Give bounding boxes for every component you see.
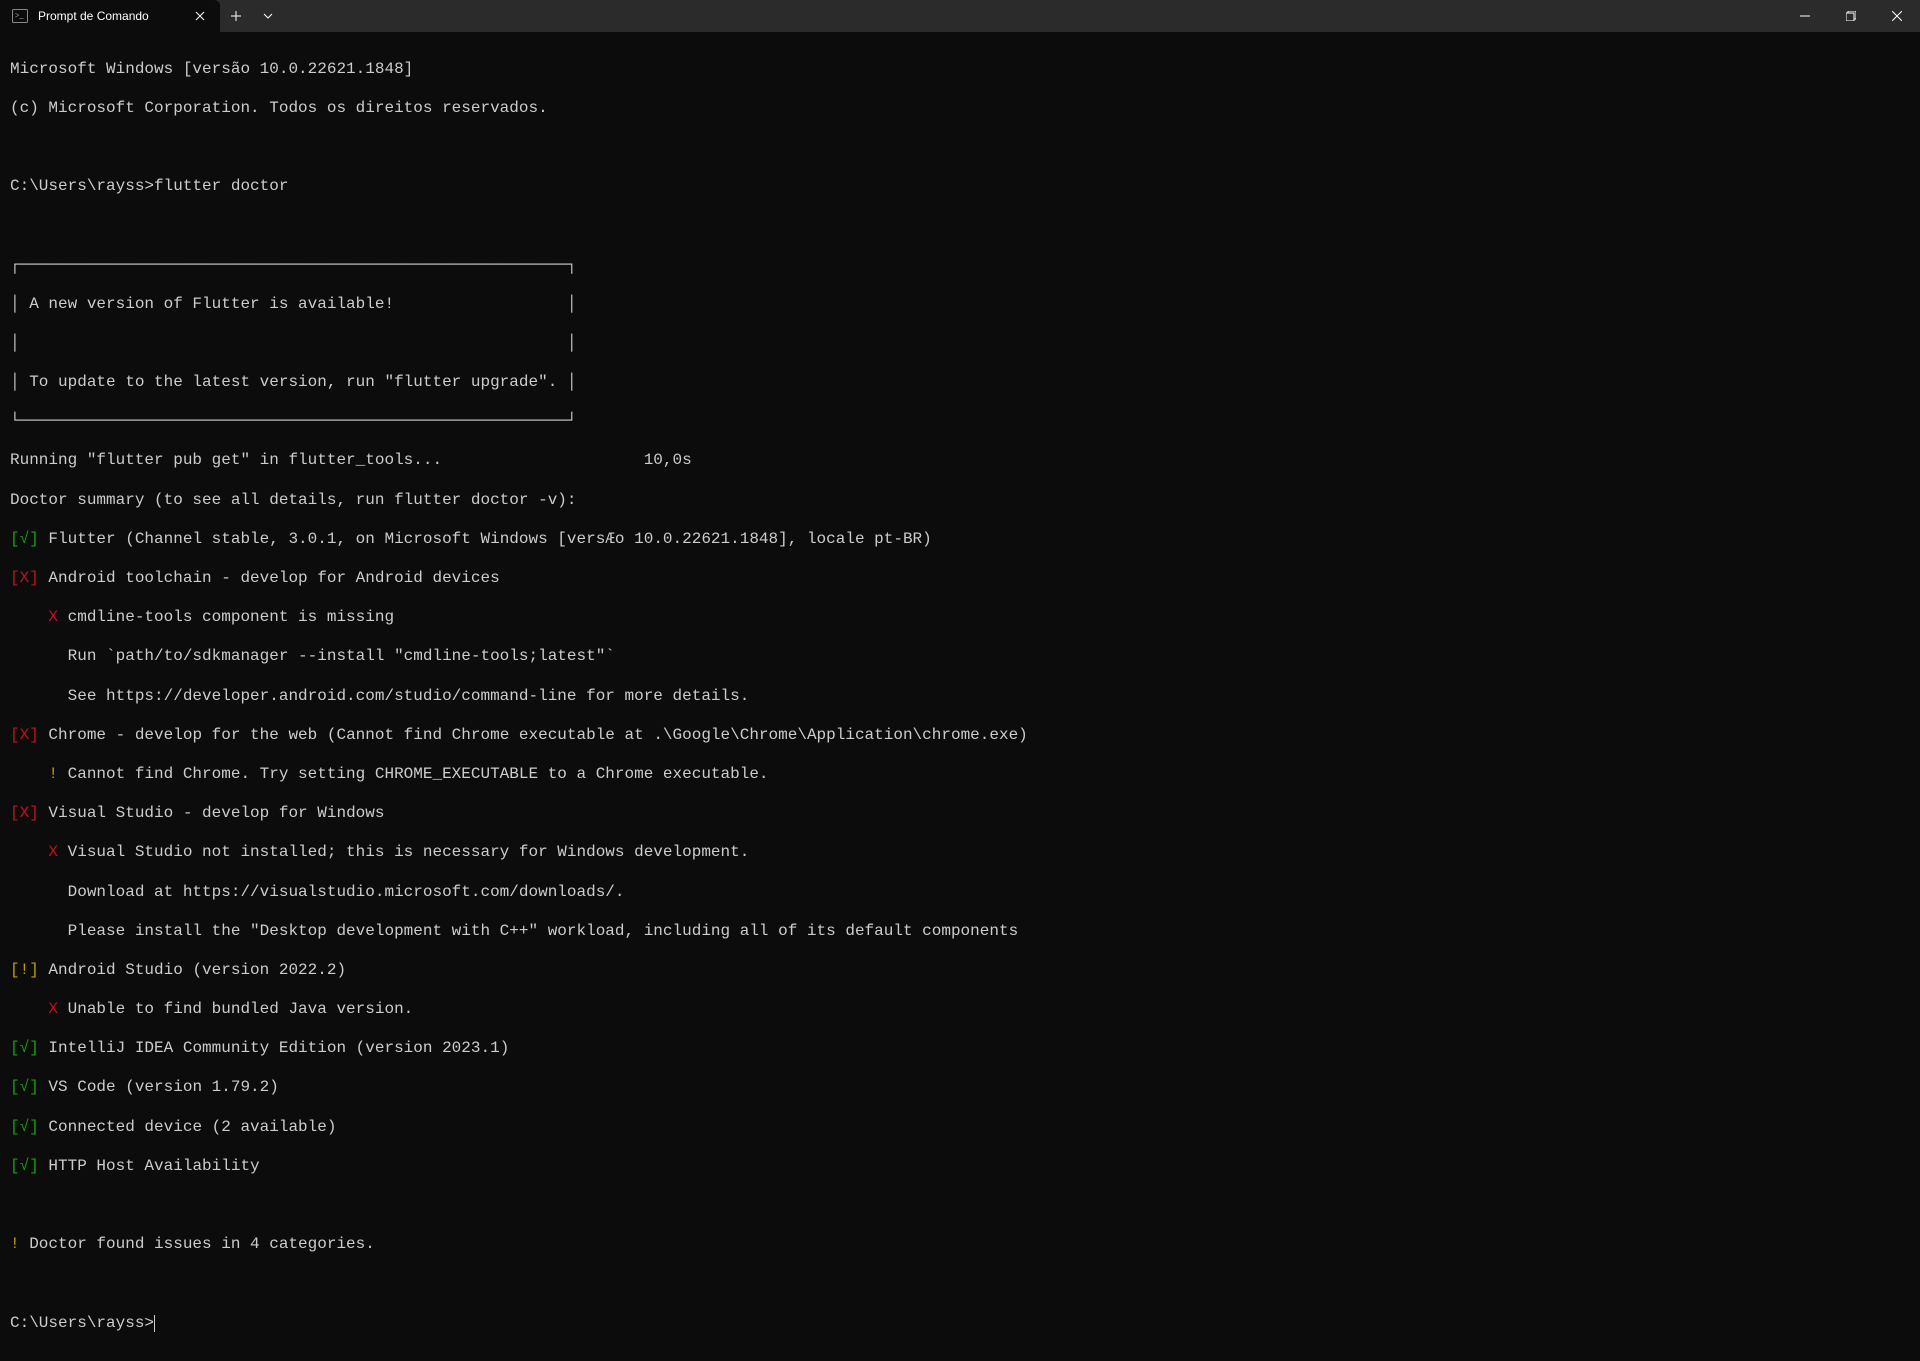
check-android-toolchain: [X] Android toolchain - develop for Andr… xyxy=(10,569,1910,589)
box-border-top: ┌───────────────────────────────────────… xyxy=(10,256,1910,276)
sub-text: Unable to find bundled Java version. xyxy=(68,1000,414,1018)
sub-mark-warn: ! xyxy=(10,765,68,783)
check-sub-line: Run `path/to/sdkmanager --install "cmdli… xyxy=(10,647,1910,667)
check-text: Connected device (2 available) xyxy=(39,1118,337,1136)
cmd-icon: >_ xyxy=(12,8,28,24)
minimize-icon xyxy=(1800,11,1810,21)
plus-icon xyxy=(231,11,241,21)
status-fail: [X] xyxy=(10,804,39,822)
summary-line: Doctor summary (to see all details, run … xyxy=(10,491,1910,511)
prompt-path: C:\Users\rayss> xyxy=(10,1314,154,1332)
check-text: IntelliJ IDEA Community Edition (version… xyxy=(39,1039,509,1057)
check-sub-line: X Visual Studio not installed; this is n… xyxy=(10,843,1910,863)
close-icon xyxy=(195,11,205,21)
command-text: flutter doctor xyxy=(154,177,288,195)
issues-text: Doctor found issues in 4 categories. xyxy=(29,1235,375,1253)
status-ok: [√] xyxy=(10,1157,39,1175)
restore-icon xyxy=(1846,11,1856,21)
check-text: Android toolchain - develop for Android … xyxy=(39,569,500,587)
sub-text: cmdline-tools component is missing xyxy=(68,608,394,626)
tab-dropdown-button[interactable] xyxy=(252,0,284,32)
check-chrome: [X] Chrome - develop for the web (Cannot… xyxy=(10,726,1910,746)
prompt-line: C:\Users\rayss>flutter doctor xyxy=(10,177,1910,197)
check-sub-line: Please install the "Desktop development … xyxy=(10,922,1910,942)
status-ok: [√] xyxy=(10,1118,39,1136)
check-sub-line: X cmdline-tools component is missing xyxy=(10,608,1910,628)
check-text: Visual Studio - develop for Windows xyxy=(39,804,385,822)
check-visual-studio: [X] Visual Studio - develop for Windows xyxy=(10,804,1910,824)
blank-line xyxy=(10,1274,1910,1294)
chevron-down-icon xyxy=(263,13,273,19)
status-fail: [X] xyxy=(10,569,39,587)
title-bar: >_ Prompt de Comando xyxy=(0,0,1920,32)
status-ok: [√] xyxy=(10,530,39,548)
check-sub-line: ! Cannot find Chrome. Try setting CHROME… xyxy=(10,765,1910,785)
prompt-path: C:\Users\rayss> xyxy=(10,177,154,195)
status-fail: [X] xyxy=(10,726,39,744)
check-sub-line: See https://developer.android.com/studio… xyxy=(10,687,1910,707)
issues-mark: ! xyxy=(10,1235,29,1253)
issues-summary-line: ! Doctor found issues in 4 categories. xyxy=(10,1235,1910,1255)
check-android-studio: [!] Android Studio (version 2022.2) xyxy=(10,961,1910,981)
status-ok: [√] xyxy=(10,1078,39,1096)
check-text: Chrome - develop for the web (Cannot fin… xyxy=(39,726,1028,744)
sub-mark-fail: X xyxy=(10,843,68,861)
check-connected-device: [√] Connected device (2 available) xyxy=(10,1118,1910,1138)
svg-text:>_: >_ xyxy=(15,11,25,20)
running-line: Running "flutter pub get" in flutter_too… xyxy=(10,451,1910,471)
window-controls xyxy=(1782,0,1920,32)
terminal-tab[interactable]: >_ Prompt de Comando xyxy=(0,0,220,32)
sub-mark-fail: X xyxy=(10,1000,68,1018)
copyright-line: (c) Microsoft Corporation. Todos os dire… xyxy=(10,99,1910,119)
check-sub-line: Download at https://visualstudio.microso… xyxy=(10,883,1910,903)
check-flutter: [√] Flutter (Channel stable, 3.0.1, on M… xyxy=(10,530,1910,550)
check-intellij: [√] IntelliJ IDEA Community Edition (ver… xyxy=(10,1039,1910,1059)
text-cursor xyxy=(154,1315,155,1332)
status-ok: [√] xyxy=(10,1039,39,1057)
box-border-bottom: └───────────────────────────────────────… xyxy=(10,412,1910,432)
blank-line xyxy=(10,216,1910,236)
check-text: Flutter (Channel stable, 3.0.1, on Micro… xyxy=(39,530,932,548)
os-version-line: Microsoft Windows [versão 10.0.22621.184… xyxy=(10,60,1910,80)
terminal-output[interactable]: Microsoft Windows [versão 10.0.22621.184… xyxy=(0,32,1920,1361)
check-text: Android Studio (version 2022.2) xyxy=(39,961,346,979)
sub-mark-fail: X xyxy=(10,608,68,626)
minimize-button[interactable] xyxy=(1782,0,1828,32)
prompt-line: C:\Users\rayss> xyxy=(10,1314,1910,1334)
maximize-button[interactable] xyxy=(1828,0,1874,32)
box-line: │ To update to the latest version, run "… xyxy=(10,373,1910,393)
check-http: [√] HTTP Host Availability xyxy=(10,1157,1910,1177)
tab-close-button[interactable] xyxy=(190,6,210,26)
check-sub-line: X Unable to find bundled Java version. xyxy=(10,1000,1910,1020)
check-vscode: [√] VS Code (version 1.79.2) xyxy=(10,1078,1910,1098)
status-warn: [!] xyxy=(10,961,39,979)
check-text: VS Code (version 1.79.2) xyxy=(39,1078,279,1096)
check-text: HTTP Host Availability xyxy=(39,1157,260,1175)
sub-text: Cannot find Chrome. Try setting CHROME_E… xyxy=(68,765,769,783)
blank-line xyxy=(10,138,1910,158)
box-line: │ A new version of Flutter is available!… xyxy=(10,295,1910,315)
tab-title: Prompt de Comando xyxy=(38,9,180,23)
blank-line xyxy=(10,1196,1910,1216)
close-icon xyxy=(1892,11,1902,21)
sub-text: Visual Studio not installed; this is nec… xyxy=(68,843,750,861)
box-line: │ │ xyxy=(10,334,1910,354)
new-tab-button[interactable] xyxy=(220,0,252,32)
window-close-button[interactable] xyxy=(1874,0,1920,32)
